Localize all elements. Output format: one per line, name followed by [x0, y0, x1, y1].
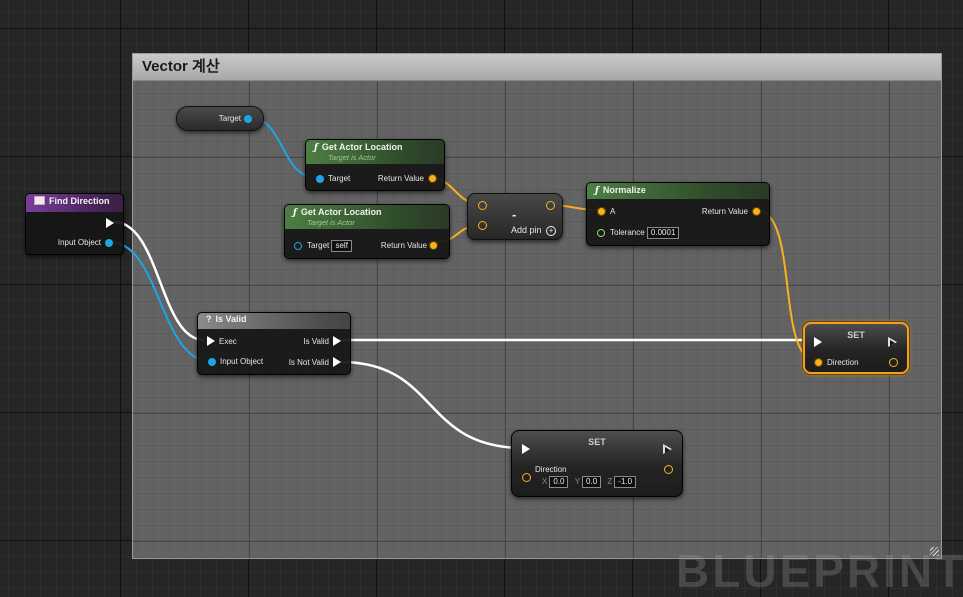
tolerance-pin[interactable] — [597, 229, 605, 237]
question-icon: ? — [206, 314, 212, 324]
vector-xyz-fields: X 0.0 Y 0.0 Z -1.0 — [538, 476, 637, 488]
function-icon: ƒ — [293, 208, 297, 218]
input-object-label: Input Object — [57, 238, 101, 247]
get-actor-location-node-2[interactable]: ƒ Get Actor Location Target is Actor Targ… — [284, 204, 450, 259]
node-title: Get Actor Location — [321, 142, 403, 152]
exec-output-pin[interactable] — [106, 218, 114, 228]
target-input-pin[interactable] — [316, 175, 324, 183]
node-title: Get Actor Location — [300, 207, 382, 217]
node-title: Is Valid — [215, 314, 247, 324]
vector-subtract-node[interactable]: - Add pin + — [467, 193, 563, 240]
add-circle-icon: + — [546, 226, 557, 236]
exec-input-pin[interactable] — [814, 337, 822, 347]
get-actor-location-node-1[interactable]: ƒ Get Actor Location Target is Actor Targ… — [305, 139, 445, 191]
is-valid-label: Is Valid — [303, 337, 329, 346]
node-subtitle: Target is Actor — [307, 218, 355, 227]
node-header: ƒ Get Actor Location Target is Actor — [306, 140, 444, 164]
add-pin-label: Add pin — [511, 225, 542, 235]
subtract-output-pin[interactable] — [546, 201, 555, 210]
target-input-pin[interactable] — [294, 242, 302, 250]
exec-input-pin[interactable] — [207, 336, 215, 346]
exec-output-pin[interactable] — [888, 337, 898, 348]
exec-input-pin[interactable] — [522, 444, 530, 454]
target-output-pin[interactable] — [244, 115, 252, 123]
tolerance-value-box[interactable]: 0.0001 — [646, 227, 680, 239]
return-value-label: Return Value — [380, 241, 427, 250]
exec-label: Exec — [219, 337, 237, 346]
return-value-pin[interactable] — [429, 241, 438, 250]
node-header: ? Is Valid — [198, 313, 350, 329]
set-direction-node[interactable]: SET Direction X 0.0 Y 0.0 Z -1.0 — [511, 430, 683, 497]
is-not-valid-label: Is Not Valid — [288, 358, 329, 367]
find-direction-event-node[interactable]: Find Direction Input Object — [25, 193, 124, 255]
input-object-pin[interactable] — [105, 239, 113, 247]
exec-output-pin[interactable] — [663, 444, 673, 455]
is-valid-exec-pin[interactable] — [333, 336, 341, 346]
z-value-box[interactable]: -1.0 — [614, 476, 637, 488]
wire-exec-to-isvalid — [112, 220, 206, 342]
function-icon: ƒ — [595, 186, 599, 196]
subtract-input-a-pin[interactable] — [478, 201, 487, 210]
add-pin-button[interactable]: Add pin + — [511, 225, 557, 236]
subtract-input-b-pin[interactable] — [478, 221, 487, 230]
target-label: Target — [218, 114, 241, 123]
self-value-box[interactable]: self — [331, 240, 352, 252]
direction-input-pin[interactable] — [522, 473, 531, 482]
node-subtitle: Target is Actor — [328, 153, 376, 162]
function-icon: ƒ — [314, 143, 318, 153]
function-entry-icon — [34, 196, 45, 205]
is-not-valid-exec-pin[interactable] — [333, 357, 341, 367]
return-value-label: Return Value — [701, 207, 748, 216]
target-pin-label: Target — [328, 174, 351, 183]
x-label: X — [542, 477, 548, 486]
direction-output-pin[interactable] — [889, 358, 898, 367]
input-a-label: A — [610, 207, 616, 216]
direction-label: Direction — [827, 358, 859, 367]
node-header: ƒ Get Actor Location Target is Actor — [285, 205, 449, 229]
input-object-label: Input Object — [220, 357, 264, 366]
is-valid-node[interactable]: ? Is Valid Exec Is Valid Input Object Is … — [197, 312, 351, 375]
subtract-symbol: - — [512, 207, 517, 222]
input-object-pin[interactable] — [208, 358, 216, 366]
direction-label: Direction — [535, 465, 567, 474]
direction-input-pin[interactable] — [814, 358, 823, 367]
z-label: Z — [607, 477, 613, 486]
set-title: SET — [588, 437, 606, 447]
direction-output-pin[interactable] — [664, 465, 673, 474]
target-pin-label: Target self — [307, 240, 352, 252]
set-direction-node-selected[interactable]: SET Direction — [803, 322, 909, 374]
node-header: ƒ Normalize — [587, 183, 769, 199]
node-title: Find Direction — [49, 196, 110, 206]
node-title: Normalize — [602, 185, 646, 195]
wire-object-to-isvalid — [109, 241, 211, 362]
target-variable-node[interactable]: Target — [176, 106, 264, 131]
wire-notvalid-to-set2 — [338, 360, 526, 450]
return-value-pin[interactable] — [752, 207, 761, 216]
return-value-pin[interactable] — [428, 174, 437, 183]
y-value-box[interactable]: 0.0 — [582, 476, 602, 488]
wires-layer — [109, 117, 818, 450]
normalize-input-a-pin[interactable] — [597, 207, 606, 216]
y-label: Y — [574, 477, 581, 486]
tolerance-label: Tolerance 0.0001 — [610, 227, 680, 239]
node-header: Find Direction — [26, 194, 123, 212]
return-value-label: Return Value — [377, 174, 424, 183]
x-value-box[interactable]: 0.0 — [549, 476, 569, 488]
normalize-node[interactable]: ƒ Normalize A Return Value Tolerance 0.00… — [586, 182, 770, 246]
